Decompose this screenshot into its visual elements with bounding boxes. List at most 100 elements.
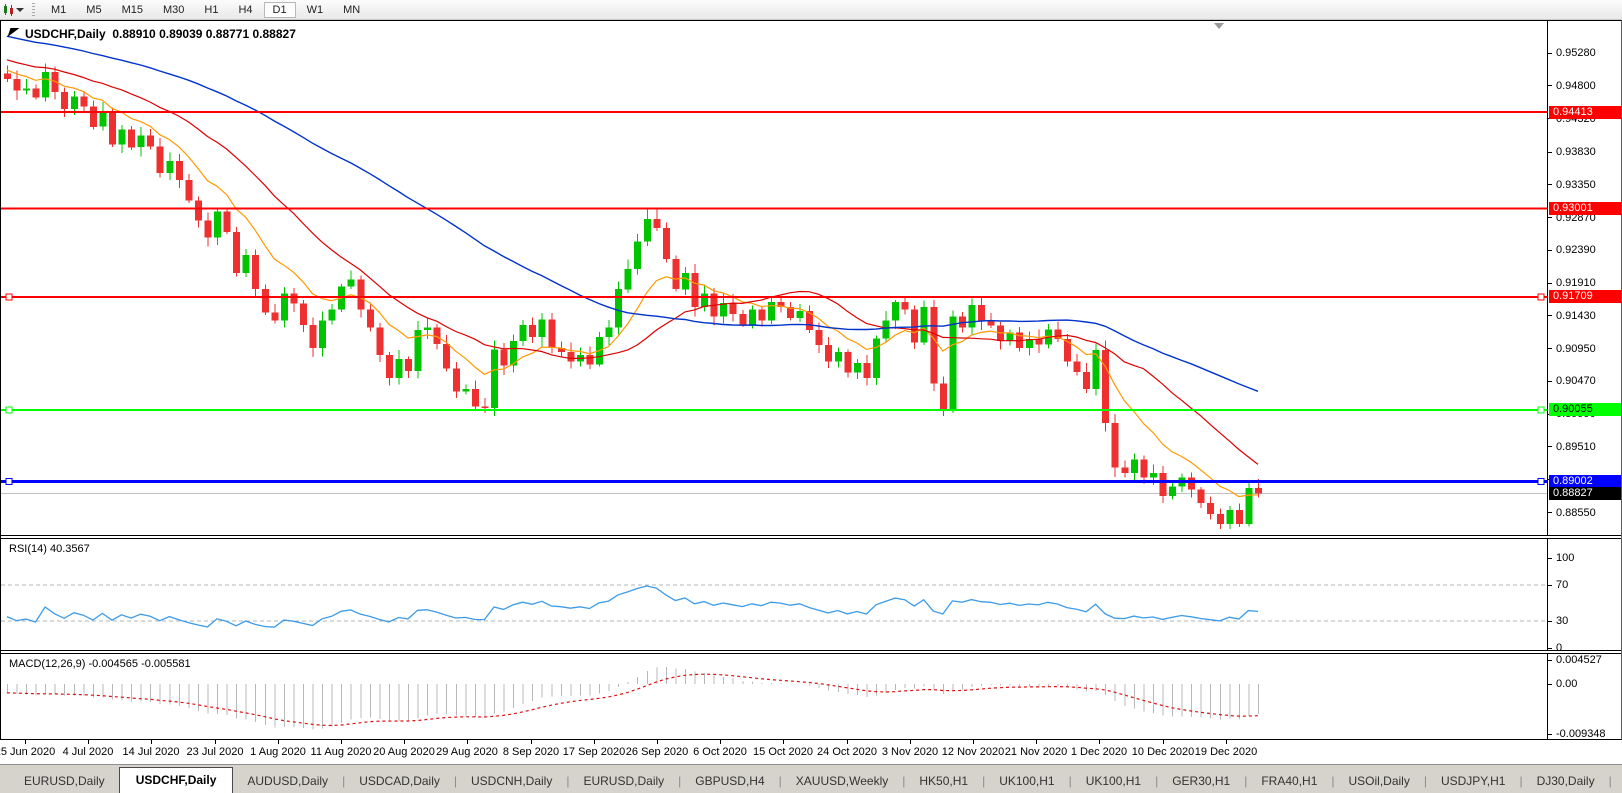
chart-tab-uk100[interactable]: UK100,H1 xyxy=(1072,770,1155,793)
candle xyxy=(491,349,498,408)
line-handle[interactable] xyxy=(6,479,12,485)
candle xyxy=(119,130,126,145)
candle xyxy=(310,325,317,348)
rsi-axis: 10070300 xyxy=(1547,539,1621,650)
timeframe-button-mn[interactable]: MN xyxy=(334,2,369,18)
chart-tab-uk100[interactable]: UK100,H1 xyxy=(985,770,1068,793)
candle xyxy=(300,304,307,325)
timeframe-button-h4[interactable]: H4 xyxy=(229,2,261,18)
hline-price-label: 0.91709 xyxy=(1549,290,1621,303)
chart-tab-usdjpy[interactable]: USDJPY,H1 xyxy=(1427,770,1519,793)
chart-tab-fra40[interactable]: FRA40,H1 xyxy=(1247,770,1331,793)
rsi-plot xyxy=(1,539,1547,650)
candle xyxy=(233,232,240,273)
date-tick-label: 14 Jul 2020 xyxy=(123,746,180,758)
candle xyxy=(243,255,250,273)
candle xyxy=(1236,510,1243,524)
candle xyxy=(968,305,975,328)
timeframe-button-m15[interactable]: M15 xyxy=(113,2,152,18)
line-handle[interactable] xyxy=(1538,407,1544,413)
chart-tab-ger30[interactable]: GER30,H1 xyxy=(1158,770,1244,793)
candle xyxy=(835,352,842,362)
date-tick-label: 8 Sep 2020 xyxy=(503,746,559,758)
date-tick-label: 24 Oct 2020 xyxy=(817,746,877,758)
candle xyxy=(863,363,870,378)
rsi-panel[interactable]: RSI(14) 40.3567 10070300 xyxy=(1,539,1621,650)
candle xyxy=(586,355,593,365)
chart-tab-eurusd[interactable]: EURUSD,Daily xyxy=(10,770,119,793)
chart-tab-usoil[interactable]: USOil,Daily xyxy=(1335,770,1424,793)
candle xyxy=(329,310,336,321)
candle xyxy=(539,319,546,337)
chart-tab-dj30[interactable]: DJ30,Daily xyxy=(1523,770,1609,793)
chart-tab-usdchf[interactable]: USDCHF,Daily xyxy=(119,767,234,793)
candle xyxy=(453,369,460,392)
scroll-position-marker-icon[interactable] xyxy=(1214,23,1224,29)
chart-window: USDCHF,Daily 0.88910 0.89039 0.88771 0.8… xyxy=(0,20,1622,740)
date-tick-label: 3 Nov 2020 xyxy=(882,746,938,758)
candle xyxy=(883,321,890,339)
chart-tab-audusd[interactable]: AUDUSD,Daily xyxy=(233,770,342,793)
candle xyxy=(252,255,259,289)
chart-tab-eurusd[interactable]: EURUSD,Daily xyxy=(569,770,678,793)
candlestick-plot[interactable] xyxy=(1,21,1547,535)
candle xyxy=(348,280,355,287)
chart-tab-china300[interactable]: CHINA300,H1 xyxy=(1612,770,1622,793)
candle xyxy=(42,72,49,97)
candle xyxy=(481,407,488,408)
date-axis[interactable]: 25 Jun 20204 Jul 202014 Jul 202023 Jul 2… xyxy=(0,740,1622,764)
candle xyxy=(758,310,765,321)
candle xyxy=(23,89,30,91)
candle xyxy=(462,389,469,392)
candle xyxy=(797,311,804,318)
chart-tab-hk50[interactable]: HK50,H1 xyxy=(905,770,982,793)
line-handle[interactable] xyxy=(6,407,12,413)
candle xyxy=(395,359,402,378)
chart-tab-gbpusd[interactable]: GBPUSD,H4 xyxy=(681,770,778,793)
line-handle[interactable] xyxy=(6,294,12,300)
timeframe-button-group: M1M5M15M30H1H4D1W1MN xyxy=(41,2,370,18)
candle xyxy=(195,201,202,221)
rsi-label: RSI(14) 40.3567 xyxy=(9,543,90,555)
price-chart-panel[interactable]: USDCHF,Daily 0.88910 0.89039 0.88771 0.8… xyxy=(1,21,1621,535)
timeframe-button-m1[interactable]: M1 xyxy=(42,2,75,18)
chart-tab-xauusd[interactable]: XAUUSD,Weekly xyxy=(782,770,902,793)
price-tick-label: 0.93350 xyxy=(1556,179,1596,191)
price-tick-label: 0.95280 xyxy=(1556,47,1596,59)
timeframe-button-m5[interactable]: M5 xyxy=(77,2,110,18)
timeframe-button-h1[interactable]: H1 xyxy=(195,2,227,18)
timeframe-button-w1[interactable]: W1 xyxy=(298,2,333,18)
timeframe-button-d1[interactable]: D1 xyxy=(264,2,296,18)
candle xyxy=(672,259,679,289)
candle xyxy=(1198,489,1205,503)
candle xyxy=(682,273,689,289)
rsi-tick-label: 70 xyxy=(1556,579,1568,591)
chart-type-icon[interactable] xyxy=(2,2,24,17)
date-tick-label: 26 Sep 2020 xyxy=(626,746,688,758)
candle xyxy=(1159,473,1166,496)
line-handle[interactable] xyxy=(1538,294,1544,300)
candle xyxy=(90,106,97,127)
candle xyxy=(443,344,450,369)
date-tick-label: 20 Aug 2020 xyxy=(373,746,435,758)
candle xyxy=(376,328,383,355)
candle xyxy=(653,219,660,228)
chart-tab-usdcnh[interactable]: USDCNH,Daily xyxy=(457,770,566,793)
candle xyxy=(930,307,937,384)
line-handle[interactable] xyxy=(1538,479,1544,485)
candle xyxy=(1245,488,1252,524)
candle xyxy=(357,280,364,310)
candle xyxy=(606,328,613,338)
date-tick-label: 10 Dec 2020 xyxy=(1132,746,1194,758)
timeframe-button-m30[interactable]: M30 xyxy=(154,2,193,18)
candle xyxy=(1188,478,1195,490)
candle xyxy=(424,328,431,331)
candle xyxy=(147,136,154,147)
chart-tab-usdcad[interactable]: USDCAD,Daily xyxy=(345,770,454,793)
candle xyxy=(262,289,269,312)
candle xyxy=(644,219,651,242)
macd-axis: 0.0045270.00-0.009348 xyxy=(1547,654,1621,739)
candle xyxy=(1207,503,1214,514)
macd-panel[interactable]: MACD(12,26,9) -0.004565 -0.005581 0.0045… xyxy=(1,654,1621,739)
candle xyxy=(978,305,985,321)
